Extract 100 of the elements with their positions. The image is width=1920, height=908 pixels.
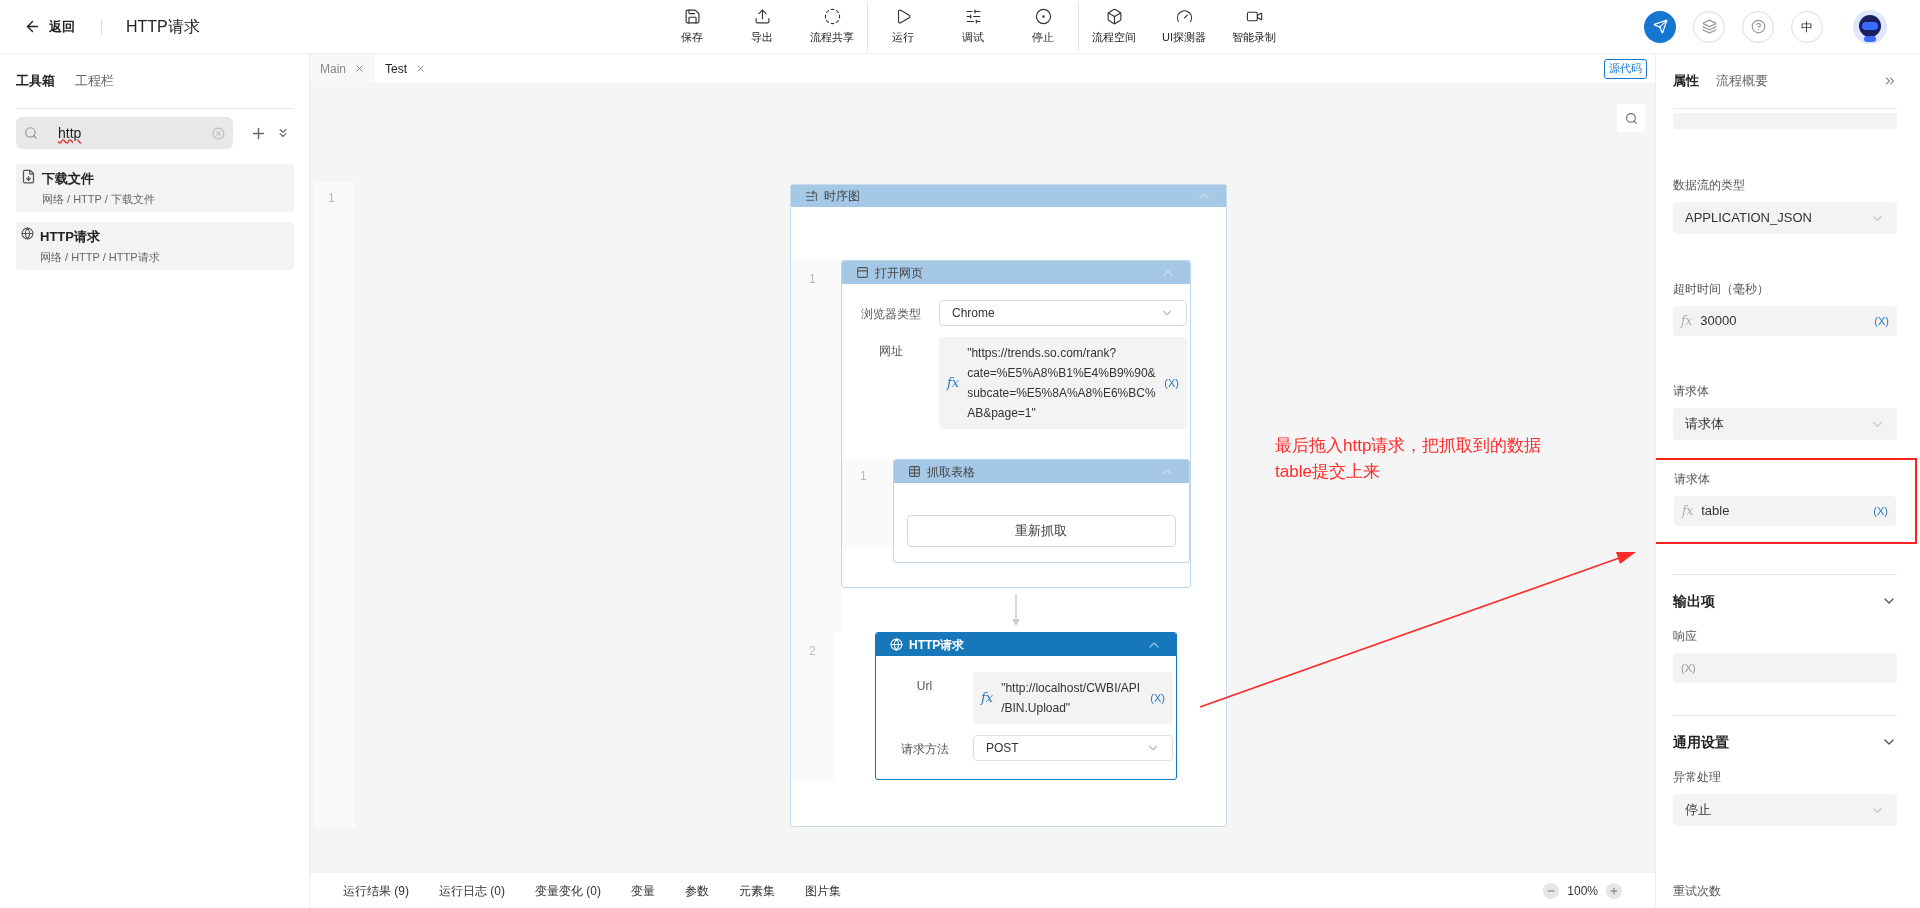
help-icon <box>1750 19 1766 34</box>
step-card[interactable]: HTTP请求 Url fx "http://localhost/CWBI/API/BIN.Upload" (X) 请求方法 POST <box>875 632 1177 780</box>
expression-field[interactable]: fx 30000 (X) <box>1673 306 1897 336</box>
toolbar-button[interactable]: 智能录制 <box>1219 1 1289 52</box>
panel-tab[interactable]: 工程栏 <box>75 71 114 91</box>
field-label: 请求方法 <box>899 741 950 758</box>
step-title: HTTP请求 <box>909 636 966 654</box>
property-label: 异常处理 <box>1673 769 1722 786</box>
field-label: 网址 <box>877 343 904 360</box>
item-path: 网络 / HTTP / 下载文件 <box>42 191 155 207</box>
expression-value: "https://trends.so.com/rank?cate=%E5%A8%B1%E4%B9%90&subcate=%E5%8A%A8%E6%BC%AB&page=1" <box>967 345 1157 422</box>
toolbar-button[interactable]: 调试 <box>938 1 1008 52</box>
panel-tab[interactable]: 工具箱 <box>16 71 55 91</box>
field-label: Url <box>915 678 934 695</box>
file-download-icon <box>21 169 36 184</box>
close-icon[interactable] <box>354 63 365 74</box>
toolbar-button[interactable]: 流程共享 <box>797 1 867 52</box>
step-header[interactable]: 打开网页 <box>842 261 1190 284</box>
toolbar-button[interactable]: UI探测器 <box>1149 1 1219 52</box>
property-label: 请求体 <box>1673 383 1710 400</box>
step-title: 打开网页 <box>875 264 924 282</box>
toolbox-item[interactable]: 下载文件 网络 / HTTP / 下载文件 <box>16 164 294 212</box>
expression-value: 30000 <box>1700 312 1738 331</box>
zoom-in-button[interactable] <box>1606 882 1622 899</box>
close-icon[interactable] <box>415 63 427 74</box>
bottom-tab[interactable]: 变量变化 (0) <box>535 881 601 900</box>
variable-button[interactable]: (X) <box>1164 374 1179 392</box>
bottom-tab[interactable]: 参数 <box>685 881 709 900</box>
step-header[interactable]: HTTP请求 <box>876 633 1176 656</box>
toolbox-item[interactable]: HTTP请求 网络 / HTTP / HTTP请求 <box>16 222 294 270</box>
step-card[interactable]: 抓取表格 重新抓取 <box>892 459 1190 563</box>
table-icon <box>907 465 921 478</box>
select-field[interactable]: Chrome <box>939 300 1187 326</box>
zoom-level: 100% <box>1567 882 1598 900</box>
variable-button[interactable]: (X) <box>1874 312 1889 330</box>
flow-arrow <box>1012 594 1020 626</box>
collapse-panel-icon[interactable] <box>1883 74 1897 88</box>
line-number: 1 <box>809 272 816 286</box>
panel-tab[interactable]: 流程概要 <box>1716 71 1768 91</box>
bottom-tab[interactable]: 变量 <box>631 881 655 900</box>
property-label: 重试次数 <box>1673 883 1722 900</box>
search-field[interactable]: http <box>16 117 233 149</box>
sequence-icon <box>805 189 818 203</box>
source-code-button[interactable]: 源代码 <box>1604 58 1647 79</box>
block-title: 时序图 <box>824 188 861 205</box>
section-title: 输出项 <box>1673 591 1716 611</box>
select-field[interactable]: POST <box>973 735 1173 761</box>
property-label: 响应 <box>1673 628 1698 645</box>
expression-value: table <box>1701 502 1731 521</box>
select-field[interactable]: APPLICATION_JSON <box>1673 202 1897 234</box>
fx-label: fx <box>947 374 960 393</box>
expand-all-icon[interactable] <box>276 126 290 140</box>
field-label: 浏览器类型 <box>859 306 922 323</box>
back-button[interactable]: 返回 <box>24 16 75 37</box>
layers-icon <box>1701 19 1717 34</box>
variable-button[interactable]: (X) <box>1150 689 1165 707</box>
send-button[interactable] <box>1644 10 1676 43</box>
item-title: HTTP请求 <box>40 228 101 246</box>
search-icon <box>1624 111 1638 125</box>
panel-tab[interactable]: 属性 <box>1673 71 1699 91</box>
select-field[interactable]: 停止 <box>1673 794 1897 826</box>
zoom-out-button[interactable] <box>1543 882 1560 899</box>
section-title: 通用设置 <box>1673 732 1730 752</box>
recapture-button[interactable]: 重新抓取 <box>906 515 1176 547</box>
toolbar-button[interactable]: 流程空间 <box>1079 1 1149 52</box>
bottom-tab[interactable]: 运行日志 (0) <box>439 881 505 900</box>
canvas-search-button[interactable] <box>1617 104 1645 132</box>
export-icon <box>753 7 771 25</box>
annotation-text: 最后拖入http请求，把抓取到的数据 table提交上来 <box>1275 435 1542 483</box>
line-number: 2 <box>809 644 816 658</box>
plus-icon <box>1609 885 1619 896</box>
save-icon <box>683 7 701 25</box>
item-title: 下载文件 <box>42 170 95 188</box>
avatar-icon[interactable] <box>1852 8 1888 45</box>
property-label: 超时时间（毫秒） <box>1673 281 1770 298</box>
block-header[interactable]: 时序图 <box>791 185 1226 207</box>
bottom-tab[interactable]: 运行结果 (9) <box>343 881 409 900</box>
bottom-tab[interactable]: 图片集 <box>805 881 841 900</box>
expression-field[interactable]: fx table (X) <box>1674 496 1896 526</box>
property-label: 数据流的类型 <box>1673 177 1746 194</box>
select-field[interactable]: 请求体 <box>1673 408 1897 440</box>
page-title: HTTP请求 <box>126 16 200 37</box>
toolbar-button[interactable]: 保存 <box>657 1 727 52</box>
globe-icon <box>890 638 903 651</box>
toolbar-button[interactable]: 运行 <box>868 1 938 52</box>
fx-label: fx <box>981 689 994 708</box>
expression-field[interactable]: fx "http://localhost/CWBI/API/BIN.Upload" (X) <box>973 672 1173 724</box>
send-icon <box>1652 19 1668 34</box>
fx-label: fx <box>1681 313 1693 330</box>
step-header[interactable]: 抓取表格 <box>893 460 1189 483</box>
page-icon <box>856 266 869 279</box>
fx-label: fx <box>1682 503 1694 520</box>
clear-icon[interactable] <box>212 126 225 140</box>
search-icon <box>24 126 38 140</box>
toolbar-button[interactable]: 导出 <box>727 1 797 52</box>
variable-button[interactable]: (X) <box>1873 502 1888 520</box>
item-path: 网络 / HTTP / HTTP请求 <box>40 249 160 265</box>
toolbar-button[interactable]: 停止 <box>1008 1 1078 52</box>
property-label: 请求体 <box>1674 471 1711 488</box>
bottom-tab[interactable]: 元素集 <box>739 881 775 900</box>
